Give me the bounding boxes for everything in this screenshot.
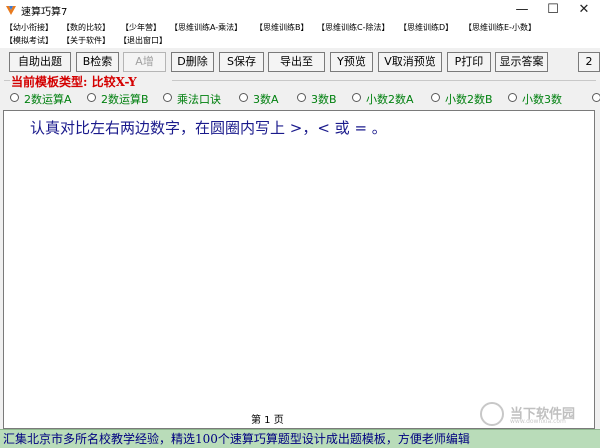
title-bar: 速算巧算7 — ☐ ✕: [0, 0, 600, 20]
radio-decimal-3num[interactable]: [508, 93, 517, 102]
menu-item-number-compare[interactable]: 【数的比较】: [62, 22, 110, 34]
radio-decimal-2num-a[interactable]: [352, 93, 361, 102]
menu-item-exit[interactable]: 【退出窗口】: [119, 35, 167, 47]
radio-label-2num-b[interactable]: 2数运算B: [101, 91, 149, 107]
watermark: 当下软件园 www.downxia.com: [480, 402, 590, 428]
print-button[interactable]: P打印: [447, 52, 491, 72]
extra-button[interactable]: 2: [578, 52, 600, 72]
group-border-left: [4, 80, 10, 81]
group-border-right: [172, 80, 596, 81]
export-button[interactable]: 导出至: [268, 52, 325, 72]
maximize-button[interactable]: ☐: [539, 0, 567, 20]
watermark-url: www.downxia.com: [510, 418, 566, 425]
menu-item-training-c[interactable]: 【思维训练C-除法】: [317, 22, 389, 34]
radio-label-3num-b[interactable]: 3数B: [311, 91, 337, 107]
preview-button[interactable]: Y预览: [330, 52, 373, 72]
toolbar: 自助出题 B检索 A增 D删除 S保存 导出至 Y预览 V取消预览 P打印 显示…: [0, 48, 600, 74]
template-radio-group: 2数运算A 2数运算B 乘法口诀 3数A 3数B 小数2数A 小数2数B 小数3…: [0, 90, 600, 106]
add-button[interactable]: A增: [123, 52, 166, 72]
menu-item-training-a[interactable]: 【思维训练A-乘法】: [170, 22, 242, 34]
menu-bar: 【幼小衔接】 【数的比较】 【少年营】 【思维训练A-乘法】 【思维训练B】 【…: [0, 20, 600, 48]
show-answer-button[interactable]: 显示答案: [495, 52, 548, 72]
status-bar: 汇集北京市多所名校教学经验，精选100个速算巧算题型设计成出题模板，方便老师编辑: [0, 429, 600, 448]
radio-label-3num-a[interactable]: 3数A: [253, 91, 279, 107]
menu-item-training-e[interactable]: 【思维训练E-小数】: [464, 22, 536, 34]
worksheet-preview[interactable]: 认真对比左右两边数字，在圆圈内写上 >，< 或 = 。 第 1 页: [3, 110, 595, 429]
minimize-button[interactable]: —: [508, 0, 536, 20]
menu-item-training-b[interactable]: 【思维训练B】: [255, 22, 309, 34]
radio-label-decimal-2num-a[interactable]: 小数2数A: [366, 91, 414, 107]
delete-button[interactable]: D删除: [171, 52, 214, 72]
menu-item-youth-camp[interactable]: 【少年营】: [121, 22, 161, 34]
radio-2num-a[interactable]: [10, 93, 19, 102]
menu-item-training-d[interactable]: 【思维训练D】: [399, 22, 453, 34]
search-button[interactable]: B检索: [76, 52, 119, 72]
radio-multiplication[interactable]: [163, 93, 172, 102]
auto-generate-button[interactable]: 自助出题: [9, 52, 71, 72]
window-title: 速算巧算7: [21, 7, 68, 18]
page-number: 第 1 页: [251, 415, 284, 426]
menu-item-mock-exam[interactable]: 【模拟考试】: [5, 35, 53, 47]
app-logo-icon: [6, 6, 16, 15]
radio-label-multiplication[interactable]: 乘法口诀: [177, 91, 221, 107]
menu-item-about[interactable]: 【关于软件】: [62, 35, 110, 47]
radio-label-decimal-2num-b[interactable]: 小数2数B: [445, 91, 493, 107]
radio-label-2num-a[interactable]: 2数运算A: [24, 91, 72, 107]
radio-3num-b[interactable]: [297, 93, 306, 102]
close-button[interactable]: ✕: [570, 0, 598, 20]
save-button[interactable]: S保存: [219, 52, 264, 72]
radio-label-decimal-3num[interactable]: 小数3数: [522, 91, 562, 107]
radio-3num-a[interactable]: [239, 93, 248, 102]
menu-item-preschool[interactable]: 【幼小衔接】: [5, 22, 53, 34]
radio-2num-b[interactable]: [87, 93, 96, 102]
radio-overflow[interactable]: [592, 93, 600, 102]
current-template-label: 当前模板类型: 比较X-Y: [11, 75, 137, 89]
watermark-logo-icon: [480, 402, 504, 426]
worksheet-instruction: 认真对比左右两边数字，在圆圈内写上 >，< 或 = 。: [30, 119, 387, 137]
cancel-preview-button[interactable]: V取消预览: [378, 52, 442, 72]
radio-decimal-2num-b[interactable]: [431, 93, 440, 102]
